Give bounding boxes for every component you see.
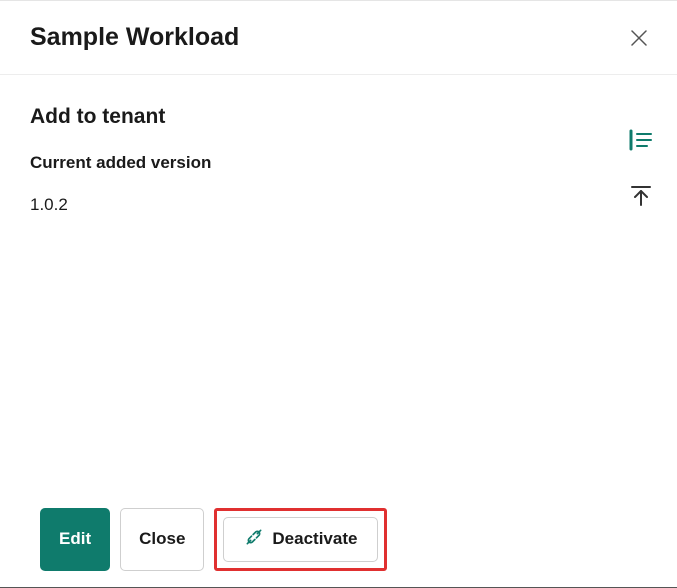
version-value: 1.0.2: [30, 195, 647, 215]
panel-header: Sample Workload: [0, 1, 677, 75]
edit-button[interactable]: Edit: [40, 508, 110, 571]
list-icon[interactable]: [629, 128, 653, 152]
close-button[interactable]: Close: [120, 508, 204, 571]
section-title: Add to tenant: [30, 105, 647, 129]
deactivate-highlight: Deactivate: [214, 508, 387, 571]
panel-title: Sample Workload: [30, 23, 239, 52]
close-icon[interactable]: [627, 26, 651, 50]
panel-footer: Edit Close Deactivate: [40, 508, 387, 571]
deactivate-button[interactable]: Deactivate: [223, 517, 378, 562]
version-label: Current added version: [30, 153, 647, 173]
plug-disconnect-icon: [244, 527, 264, 552]
side-toolbar: [629, 128, 653, 208]
panel-content: Add to tenant Current added version 1.0.…: [0, 75, 677, 215]
deactivate-label: Deactivate: [272, 529, 357, 549]
collapse-top-icon[interactable]: [629, 184, 653, 208]
